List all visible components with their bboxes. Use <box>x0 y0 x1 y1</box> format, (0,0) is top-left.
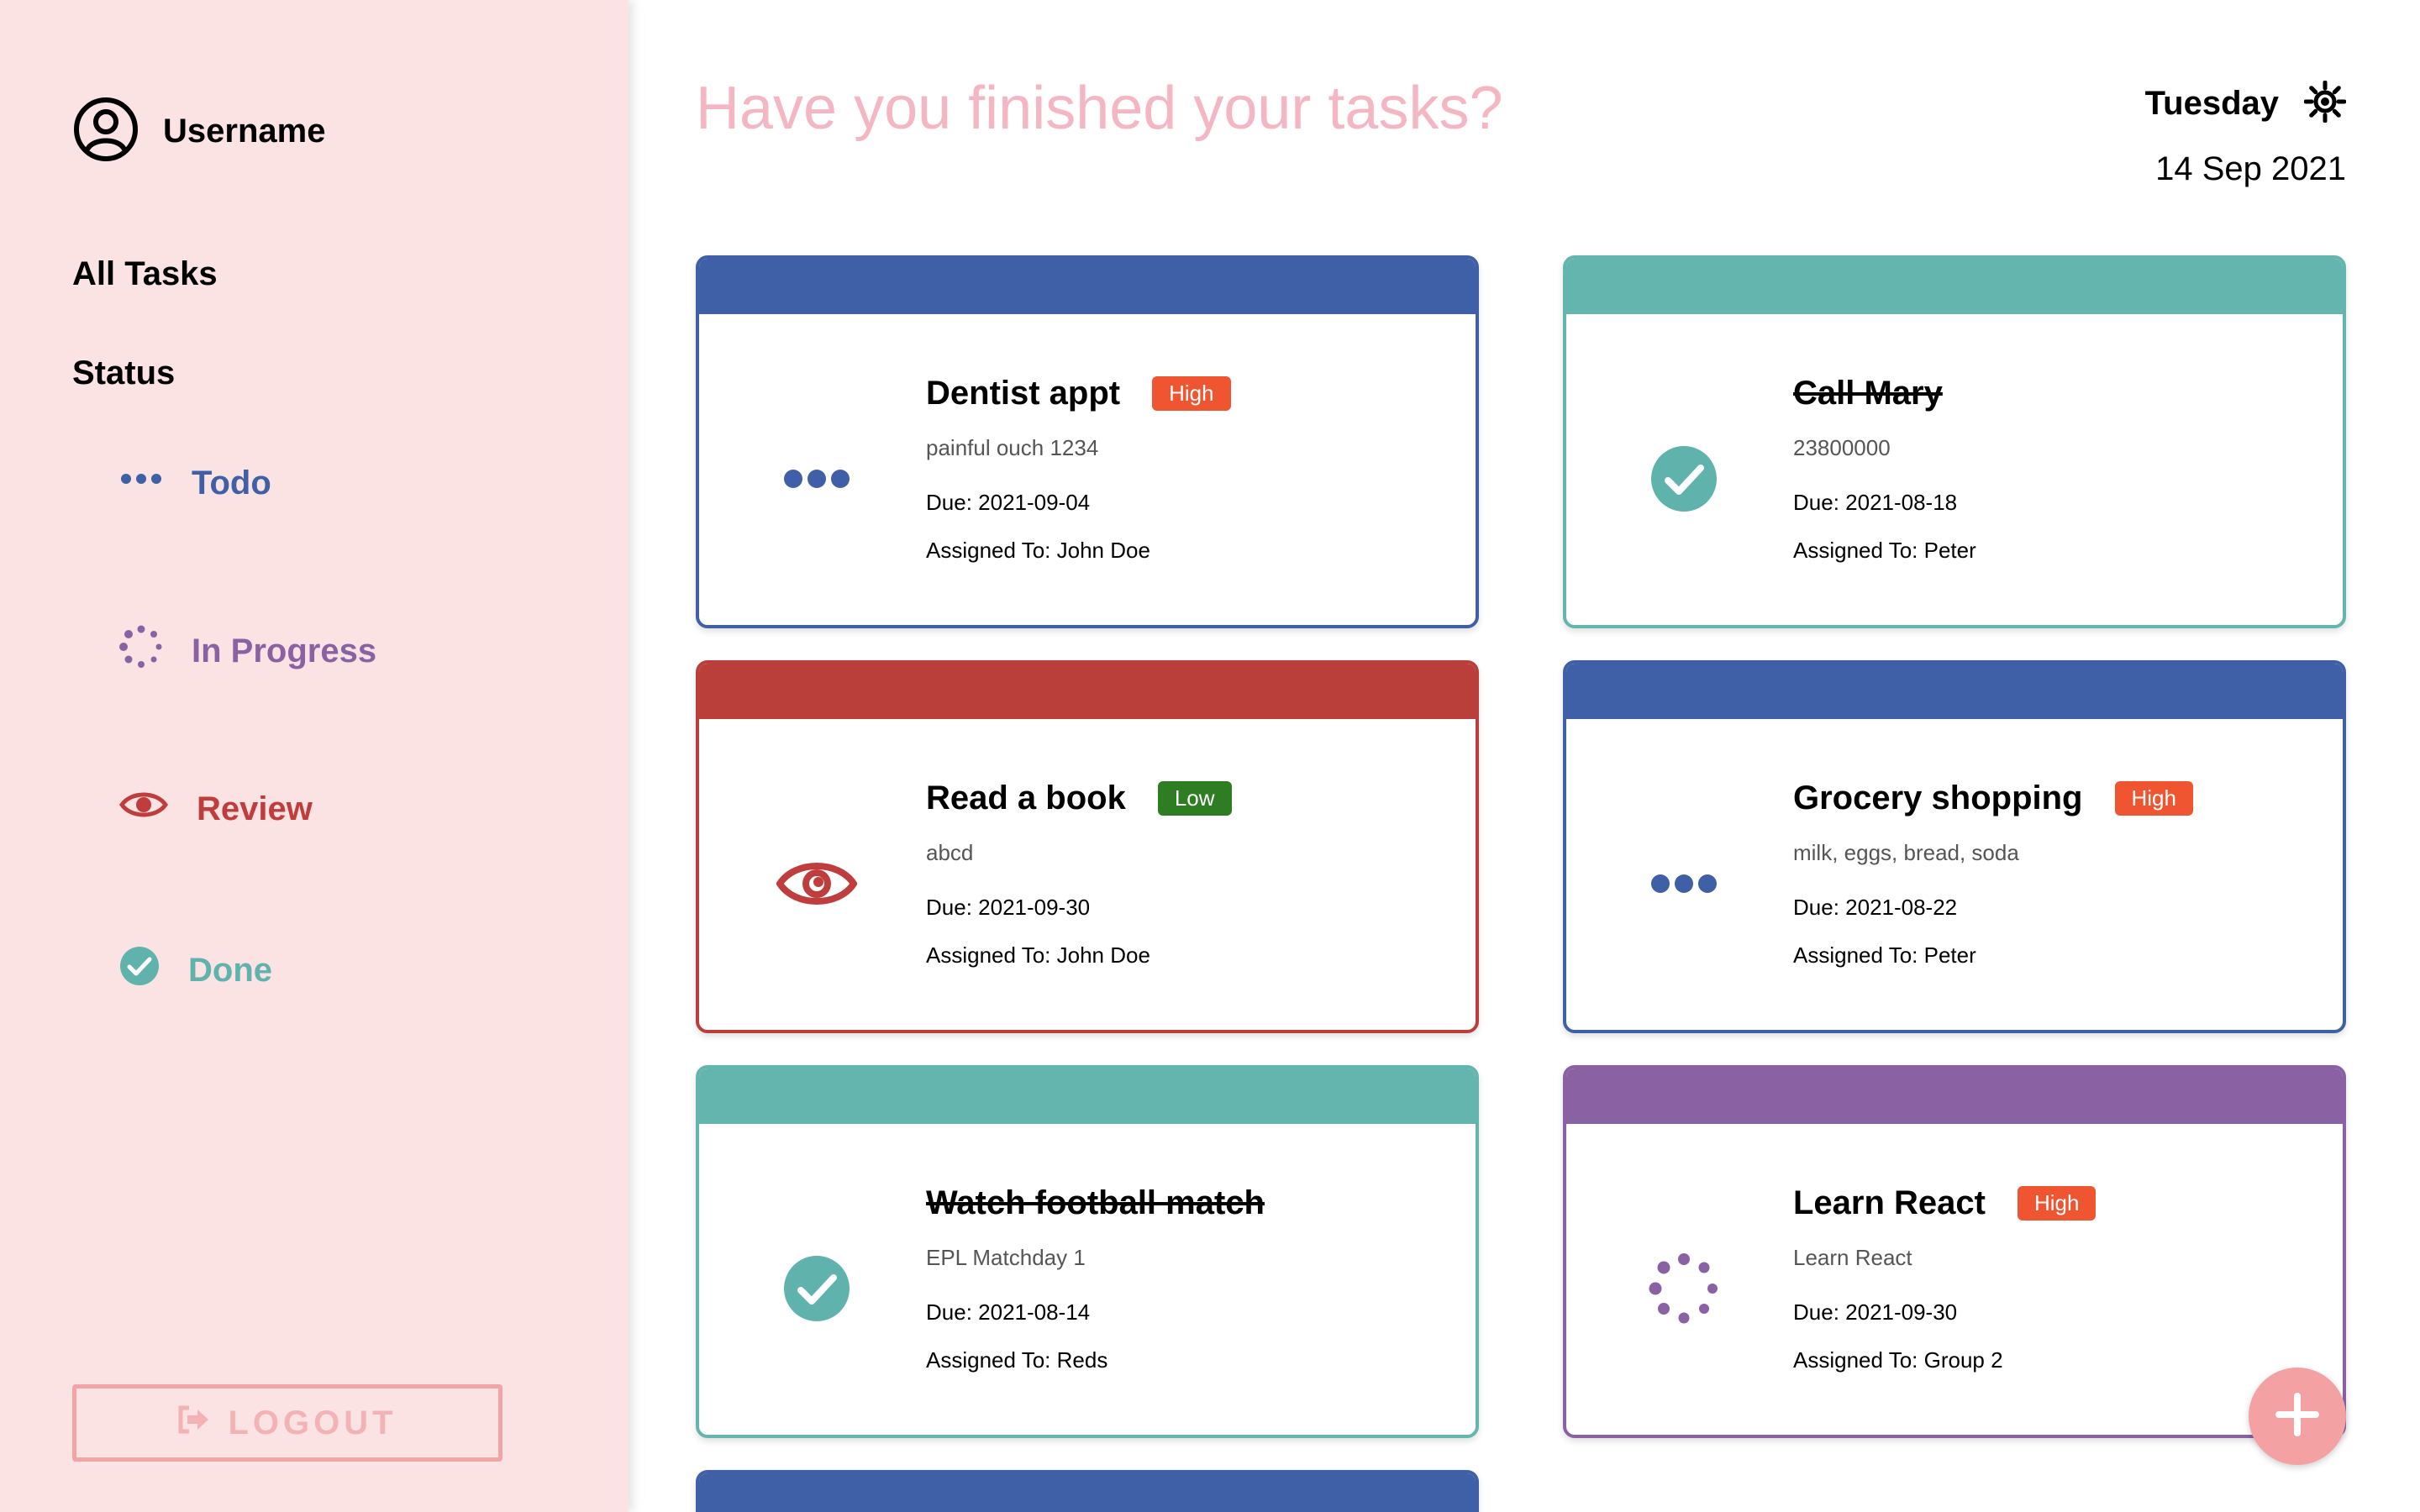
date-display: Tuesday 14 Sep 2021 <box>2144 80 2347 188</box>
status-filter-done[interactable]: Done <box>119 946 272 995</box>
task-due-date: Due: 2021-09-04 <box>926 490 1091 515</box>
status-label: Review <box>197 790 313 827</box>
task-assignee: Assigned To: Peter <box>1793 538 1976 563</box>
card-color-bar <box>1566 259 2343 314</box>
three-dots-icon <box>1640 840 1728 927</box>
sun-icon[interactable] <box>2303 80 2347 127</box>
task-description: milk, eggs, bread, soda <box>1793 840 2019 865</box>
card-color-bar <box>1566 664 2343 719</box>
task-description: 23800000 <box>1793 435 1891 460</box>
task-card[interactable] <box>696 1470 1479 1512</box>
status-heading: Status <box>72 354 176 391</box>
task-title: Call Mary <box>1793 374 1943 412</box>
task-assignee: Assigned To: Peter <box>1793 942 1976 968</box>
task-due-date: Due: 2021-08-22 <box>1793 895 1958 920</box>
task-assignee: Assigned To: John Doe <box>926 942 1150 968</box>
three-dots-icon <box>773 435 860 522</box>
task-title: Watch football match <box>926 1184 1265 1221</box>
task-title: Read a book <box>926 779 1126 816</box>
eye-icon <box>773 840 860 927</box>
status-label: Done <box>188 951 272 989</box>
status-label: In Progress <box>192 632 377 669</box>
eye-icon <box>118 788 169 830</box>
spinner-dots-icon <box>119 625 163 677</box>
task-description: Learn React <box>1793 1245 1912 1270</box>
page-title: Have you finished your tasks? <box>696 75 1503 142</box>
priority-badge: High <box>2017 1185 2096 1221</box>
task-description: abcd <box>926 840 974 865</box>
task-assignee: Assigned To: John Doe <box>926 538 1150 563</box>
status-filter-in-progress[interactable]: In Progress <box>119 625 376 677</box>
priority-badge: Low <box>1157 780 1232 816</box>
status-filter-review[interactable]: Review <box>118 788 313 830</box>
card-color-bar <box>699 1068 1476 1124</box>
task-due-date: Due: 2021-09-30 <box>926 895 1091 920</box>
check-circle-icon <box>1640 435 1728 522</box>
task-card[interactable]: Watch football match EPL Matchday 1 Due:… <box>696 1065 1479 1438</box>
user-circle-icon <box>72 96 139 167</box>
logout-label: LOGOUT <box>228 1404 397 1441</box>
task-card[interactable]: Read a book Low abcd Due: 2021-09-30 Ass… <box>696 660 1479 1033</box>
status-filter-todo[interactable]: Todo <box>119 462 271 504</box>
check-circle-icon <box>119 946 160 995</box>
task-due-date: Due: 2021-08-14 <box>926 1299 1091 1325</box>
status-label: Todo <box>192 464 271 501</box>
username-label: Username <box>163 113 326 150</box>
card-color-bar <box>699 664 1476 719</box>
card-color-bar <box>1566 1068 2343 1124</box>
task-description: EPL Matchday 1 <box>926 1245 1086 1270</box>
day-label: Tuesday <box>2144 85 2279 122</box>
task-assignee: Assigned To: Group 2 <box>1793 1347 2003 1373</box>
task-card[interactable]: Dentist appt High painful ouch 1234 Due:… <box>696 255 1479 628</box>
task-title: Dentist appt <box>926 374 1121 412</box>
user-profile[interactable]: Username <box>72 96 325 167</box>
task-card[interactable]: Learn React High Learn React Due: 2021-0… <box>1563 1065 2346 1438</box>
add-task-button[interactable] <box>2249 1368 2346 1465</box>
priority-badge: High <box>2114 780 2193 816</box>
spinner-dots-icon <box>1640 1245 1728 1332</box>
sign-out-icon <box>177 1404 228 1442</box>
three-dots-icon <box>119 462 163 504</box>
task-card[interactable]: Call Mary 23800000 Due: 2021-08-18 Assig… <box>1563 255 2346 628</box>
task-due-date: Due: 2021-09-30 <box>1793 1299 1958 1325</box>
sidebar: Username All Tasks Status Todo In Progre… <box>0 0 629 1512</box>
task-card[interactable]: Grocery shopping High milk, eggs, bread,… <box>1563 660 2346 1033</box>
task-description: painful ouch 1234 <box>926 435 1099 460</box>
priority-badge: High <box>1152 375 1231 411</box>
plus-icon <box>2275 1392 2319 1441</box>
logout-button[interactable]: LOGOUT <box>72 1384 502 1462</box>
card-color-bar <box>699 259 1476 314</box>
date-label: 14 Sep 2021 <box>2155 150 2346 187</box>
check-circle-icon <box>773 1245 860 1332</box>
all-tasks-link[interactable]: All Tasks <box>72 255 218 293</box>
task-due-date: Due: 2021-08-18 <box>1793 490 1958 515</box>
task-title: Grocery shopping <box>1793 779 2083 816</box>
task-title: Learn React <box>1793 1184 1986 1221</box>
task-assignee: Assigned To: Reds <box>926 1347 1108 1373</box>
card-color-bar <box>699 1473 1476 1512</box>
